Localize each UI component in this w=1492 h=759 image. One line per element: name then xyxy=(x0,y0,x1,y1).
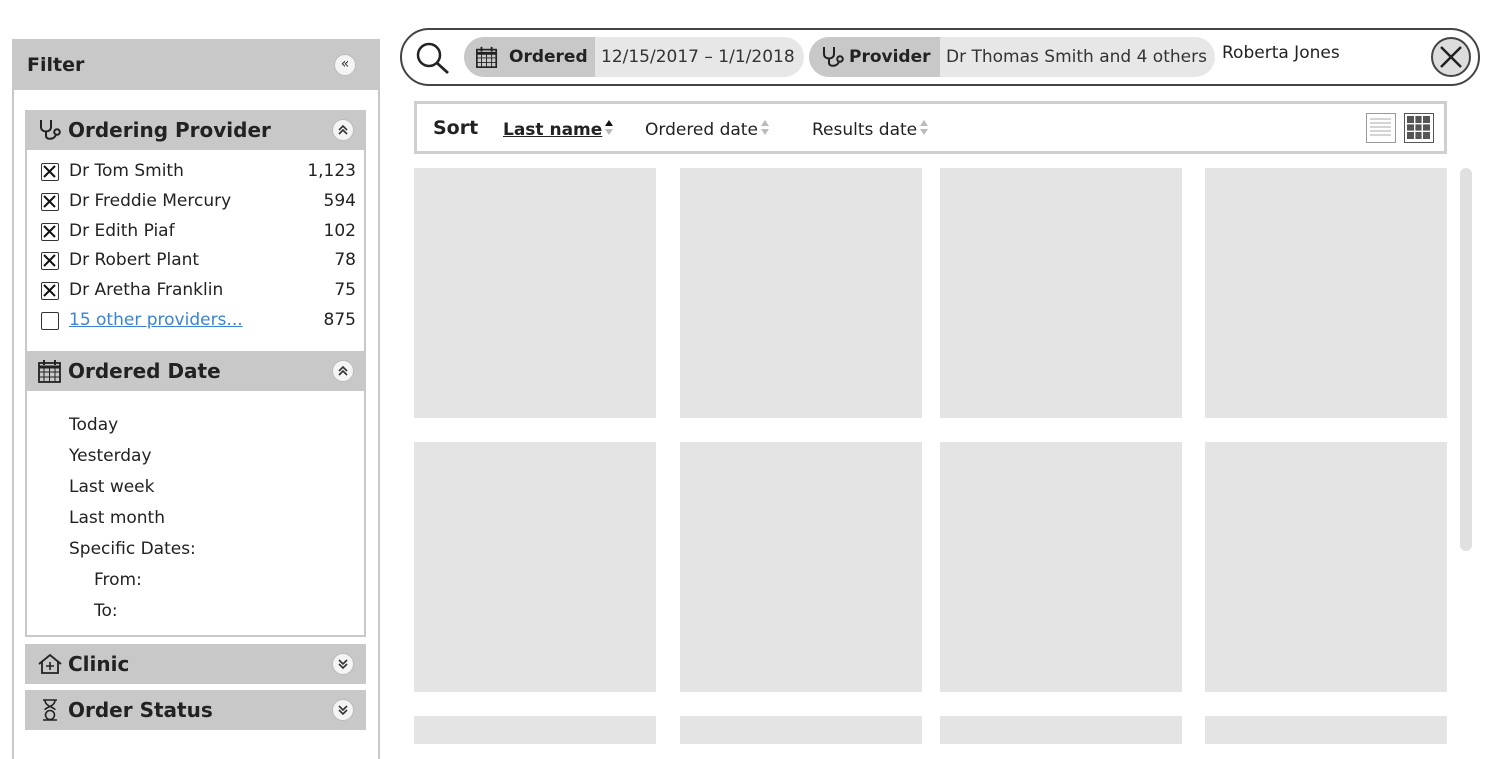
checkbox-checked[interactable] xyxy=(41,223,59,241)
checkbox-checked[interactable] xyxy=(41,282,59,300)
provider-name: Dr Freddie Mercury xyxy=(69,191,232,211)
section-header-ordered-date[interactable]: Ordered Date xyxy=(25,351,366,391)
chip-value: Dr Thomas Smith and 4 others xyxy=(946,47,1207,67)
result-card[interactable] xyxy=(940,168,1182,418)
sort-option-results-date[interactable]: Results date xyxy=(812,119,929,140)
checkbox-checked[interactable] xyxy=(41,252,59,270)
chip-key: Provider xyxy=(809,37,940,77)
sort-option-label: Results date xyxy=(812,120,918,140)
provider-name: Dr Edith Piaf xyxy=(69,221,175,241)
result-card[interactable] xyxy=(940,716,1182,744)
list-view-button[interactable] xyxy=(1366,113,1396,143)
result-card[interactable] xyxy=(414,168,656,418)
section-header-clinic[interactable]: Clinic xyxy=(25,644,366,684)
stethoscope-icon xyxy=(40,120,61,140)
checkbox-checked[interactable] xyxy=(41,193,59,211)
result-card[interactable] xyxy=(1205,716,1447,744)
provider-count: 875 xyxy=(323,310,356,330)
provider-count: 78 xyxy=(334,250,356,270)
provider-name: Dr Aretha Franklin xyxy=(69,280,224,300)
section-title: Clinic xyxy=(68,652,130,676)
section-header-ordering-provider[interactable]: Ordering Provider xyxy=(25,110,366,150)
sort-option-label: Last name xyxy=(503,120,603,140)
sort-bar: Sort Last name Ordered date Results date xyxy=(414,101,1447,154)
sort-label: Sort xyxy=(433,117,479,139)
chevron-down-icon[interactable] xyxy=(332,699,354,721)
date-option-specific[interactable]: Specific Dates: xyxy=(69,539,196,559)
date-option-last-month[interactable]: Last month xyxy=(69,508,165,528)
checkbox-unchecked[interactable] xyxy=(41,312,59,330)
result-card[interactable] xyxy=(414,442,656,692)
result-card[interactable] xyxy=(680,442,922,692)
filter-panel-header: Filter « xyxy=(14,41,378,90)
provider-item[interactable]: 15 other providers... 875 xyxy=(41,309,356,335)
chip-key-label: Ordered xyxy=(509,47,588,67)
close-icon xyxy=(1440,46,1462,68)
sort-option-label: Ordered date xyxy=(645,120,758,140)
calendar-icon xyxy=(38,360,61,383)
provider-item[interactable]: Dr Edith Piaf 102 xyxy=(41,220,356,246)
section-title: Ordering Provider xyxy=(68,118,271,142)
sort-option-last-name[interactable]: Last name xyxy=(503,119,614,140)
section-title: Order Status xyxy=(68,698,213,722)
sort-option-ordered-date[interactable]: Ordered date xyxy=(645,119,770,140)
provider-count: 75 xyxy=(334,280,356,300)
result-card[interactable] xyxy=(414,716,656,744)
provider-count: 594 xyxy=(323,191,356,211)
provider-name: Dr Robert Plant xyxy=(69,250,200,270)
search-input[interactable] xyxy=(1222,40,1402,66)
date-from-label[interactable]: From: xyxy=(94,570,142,590)
provider-count: 1,123 xyxy=(307,161,356,181)
result-card[interactable] xyxy=(1205,168,1447,418)
other-providers-link[interactable]: 15 other providers... xyxy=(69,310,243,330)
provider-item[interactable]: Dr Aretha Franklin 75 xyxy=(41,279,356,305)
scrollbar-thumb[interactable] xyxy=(1460,168,1472,551)
sort-arrows-icon xyxy=(920,119,929,137)
chip-key-label: Provider xyxy=(849,47,931,67)
section-title: Ordered Date xyxy=(68,359,221,383)
date-to-label[interactable]: To: xyxy=(94,601,118,621)
date-option-today[interactable]: Today xyxy=(69,415,118,435)
filter-chip-provider[interactable]: Provider Dr Thomas Smith and 4 others xyxy=(809,37,1215,77)
provider-item[interactable]: Dr Freddie Mercury 594 xyxy=(41,190,356,216)
chip-value: 12/15/2017 – 1/1/2018 xyxy=(601,47,795,67)
sort-arrows-icon xyxy=(605,119,614,137)
provider-list: Dr Tom Smith 1,123 Dr Freddie Mercury 59… xyxy=(25,150,366,375)
result-card[interactable] xyxy=(680,168,922,418)
filter-panel: Filter « Ordering Provider Dr Tom Smith … xyxy=(12,39,380,759)
filter-title: Filter xyxy=(27,54,85,76)
result-card[interactable] xyxy=(680,716,922,744)
provider-count: 102 xyxy=(323,221,356,241)
result-card[interactable] xyxy=(940,442,1182,692)
date-option-last-week[interactable]: Last week xyxy=(69,477,154,497)
checkbox-checked[interactable] xyxy=(41,163,59,181)
provider-item[interactable]: Dr Tom Smith 1,123 xyxy=(41,160,356,186)
grid-view-button[interactable] xyxy=(1404,113,1434,143)
filter-chip-ordered[interactable]: Ordered 12/15/2017 – 1/1/2018 xyxy=(464,37,804,77)
collapse-sidebar-button[interactable]: « xyxy=(334,54,356,76)
stethoscope-icon xyxy=(823,47,844,67)
clear-search-button[interactable] xyxy=(1431,37,1471,77)
list-view-icon xyxy=(1370,118,1391,136)
section-header-order-status[interactable]: Order Status xyxy=(25,690,366,730)
search-icon[interactable] xyxy=(414,40,452,76)
chevron-up-icon[interactable] xyxy=(332,360,354,382)
provider-item[interactable]: Dr Robert Plant 78 xyxy=(41,249,356,275)
search-bar[interactable]: Ordered 12/15/2017 – 1/1/2018 Provider D… xyxy=(400,28,1480,86)
result-card[interactable] xyxy=(1205,442,1447,692)
hourglass-icon xyxy=(43,699,57,721)
calendar-icon xyxy=(476,46,498,68)
chip-key: Ordered xyxy=(464,37,595,77)
chevron-down-icon[interactable] xyxy=(332,653,354,675)
chevron-up-icon[interactable] xyxy=(332,119,354,141)
date-option-yesterday[interactable]: Yesterday xyxy=(69,446,152,466)
ordered-date-options: Today Yesterday Last week Last month Spe… xyxy=(25,391,366,637)
clinic-icon xyxy=(38,653,62,674)
sort-arrows-icon xyxy=(760,119,770,137)
grid-view-icon xyxy=(1407,116,1430,139)
provider-name: Dr Tom Smith xyxy=(69,161,184,181)
